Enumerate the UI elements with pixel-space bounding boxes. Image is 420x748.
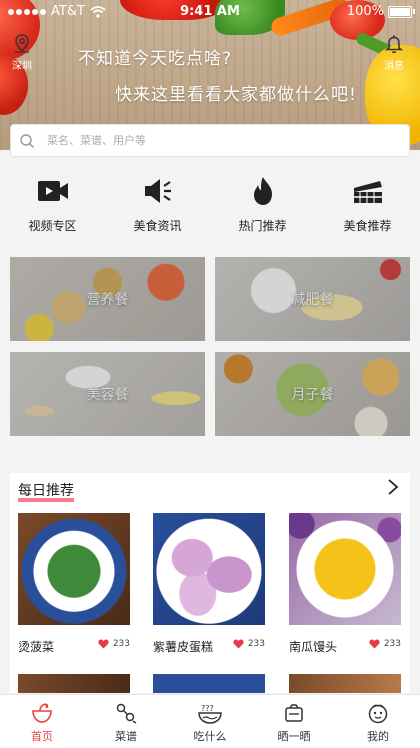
bottom-tab-bar: 首页 菜谱 ??? 吃什么 晒一晒 我的 xyxy=(0,694,420,748)
category-label: 热门推荐 xyxy=(238,219,287,233)
tab-label: 菜谱 xyxy=(115,730,137,743)
battery-percent: 100% xyxy=(346,4,384,19)
search-icon xyxy=(20,133,35,148)
message-button[interactable]: 消息 xyxy=(378,34,410,72)
tab-label: 首页 xyxy=(31,730,53,743)
tab-recipes[interactable]: 菜谱 xyxy=(84,695,168,748)
category-row: 视频专区 美食资讯 热门推荐 美食推荐 xyxy=(0,175,420,245)
search-input[interactable] xyxy=(45,133,389,148)
tab-what-to-eat[interactable]: ??? 吃什么 xyxy=(168,695,252,748)
like-counter[interactable]: 233 xyxy=(98,639,130,649)
like-counter[interactable]: 233 xyxy=(233,639,265,649)
recipe-name: 南瓜馒头 xyxy=(289,640,338,654)
bell-icon xyxy=(384,35,404,54)
message-label: 消息 xyxy=(384,61,404,72)
location-pin-icon xyxy=(15,34,29,53)
flame-icon xyxy=(253,177,272,205)
battery: 100% xyxy=(346,4,415,19)
recipe-card-partial[interactable] xyxy=(18,674,130,693)
home-bowl-icon xyxy=(32,703,52,723)
category-label: 美食推荐 xyxy=(343,219,392,233)
chevron-right-icon[interactable] xyxy=(384,477,402,497)
meal-tile-nutrition[interactable]: 营养餐 xyxy=(10,257,205,341)
category-video[interactable]: 视频专区 xyxy=(0,175,105,245)
recipe-icon xyxy=(116,703,137,724)
category-news[interactable]: 美食资讯 xyxy=(105,175,210,245)
location-button[interactable]: 深圳 xyxy=(6,34,38,72)
category-hot[interactable]: 热门推荐 xyxy=(210,175,315,245)
location-label: 深圳 xyxy=(12,61,32,72)
daily-recommend-section: 每日推荐 烫菠菜 233 紫薯皮蛋糕 233 南瓜馒头 233 xyxy=(10,473,410,693)
recipe-card-partial[interactable] xyxy=(153,674,265,693)
category-label: 美食资讯 xyxy=(133,219,182,233)
hero-subheadline: 快来这里看看大家都做什么吧! xyxy=(115,85,357,105)
recipe-card[interactable]: 烫菠菜 233 xyxy=(18,513,130,654)
meal-tile-postpartum[interactable]: 月子餐 xyxy=(215,352,410,436)
recipe-name: 紫薯皮蛋糕 xyxy=(153,640,214,654)
recipe-card[interactable]: 紫薯皮蛋糕 233 xyxy=(153,513,265,654)
heart-icon xyxy=(233,639,244,649)
recipe-card[interactable]: 南瓜馒头 233 xyxy=(289,513,401,654)
tab-home[interactable]: 首页 xyxy=(0,695,84,748)
meal-tile-label: 美容餐 xyxy=(86,387,129,403)
cake-icon xyxy=(353,181,382,203)
meal-tile-label: 营养餐 xyxy=(86,292,129,308)
search-bar[interactable] xyxy=(10,124,410,157)
battery-icon xyxy=(388,5,415,18)
tab-label: 我的 xyxy=(367,730,389,743)
tab-share[interactable]: 晒一晒 xyxy=(252,695,336,748)
recipe-photo xyxy=(289,513,401,625)
like-count: 233 xyxy=(383,639,401,649)
svg-text:???: ??? xyxy=(201,704,214,713)
video-icon xyxy=(37,181,68,201)
recipe-card-partial[interactable] xyxy=(289,674,401,693)
heart-icon xyxy=(369,639,380,649)
section-title: 每日推荐 xyxy=(18,483,74,499)
question-bowl-icon: ??? xyxy=(198,704,222,724)
recipe-photo xyxy=(153,513,265,625)
recipe-name: 烫菠菜 xyxy=(18,640,55,654)
meal-tile-label: 月子餐 xyxy=(291,387,334,403)
camera-bowl-icon xyxy=(285,704,303,722)
profile-icon xyxy=(368,704,388,724)
tab-label: 晒一晒 xyxy=(277,730,311,743)
recipe-photo xyxy=(18,513,130,625)
meal-tile-label: 减肥餐 xyxy=(291,292,334,308)
status-bar: AT&T 9:41 AM 100% xyxy=(0,0,420,24)
category-food-pick[interactable]: 美食推荐 xyxy=(315,175,420,245)
meal-tile-diet[interactable]: 减肥餐 xyxy=(215,257,410,341)
like-count: 233 xyxy=(112,639,130,649)
meal-tile-beauty[interactable]: 美容餐 xyxy=(10,352,205,436)
tab-profile[interactable]: 我的 xyxy=(336,695,420,748)
like-counter[interactable]: 233 xyxy=(369,639,401,649)
like-count: 233 xyxy=(247,639,265,649)
heart-icon xyxy=(98,639,109,649)
hero-headline: 不知道今天吃点啥? xyxy=(78,49,233,69)
megaphone-icon xyxy=(144,179,171,203)
tab-label: 吃什么 xyxy=(193,730,227,743)
category-label: 视频专区 xyxy=(28,219,77,233)
